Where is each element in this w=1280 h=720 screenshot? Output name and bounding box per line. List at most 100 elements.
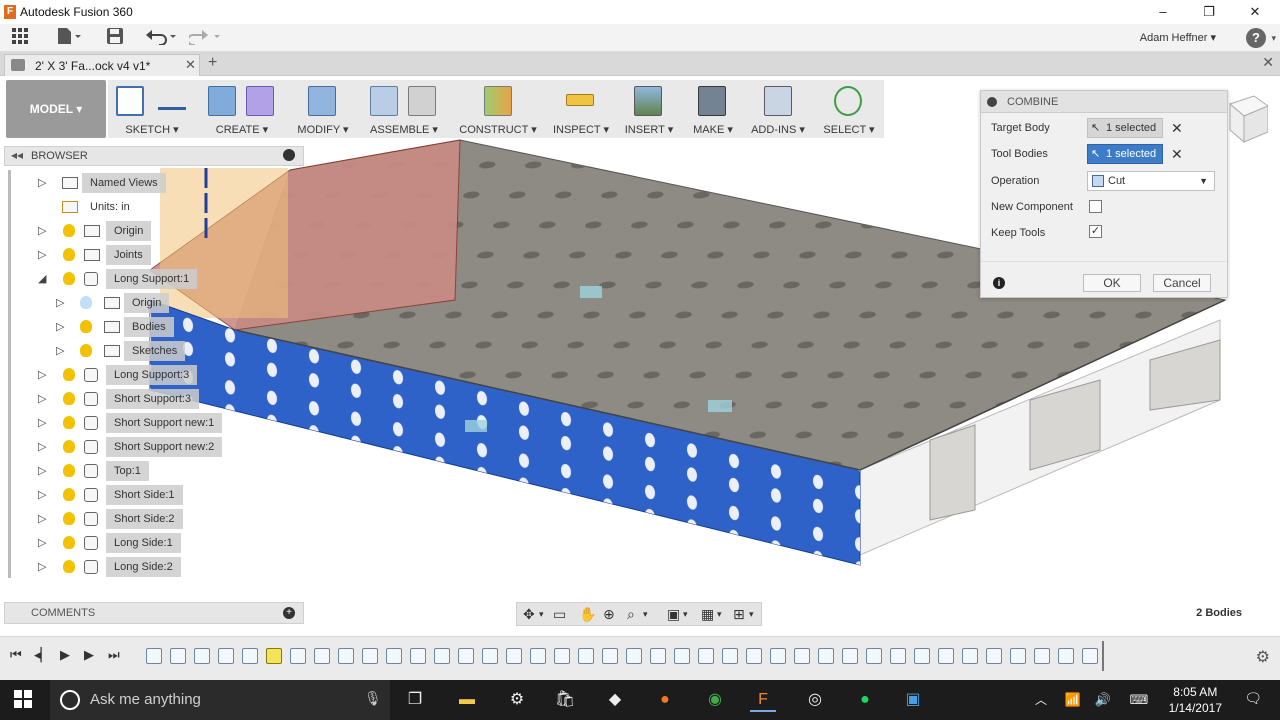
timeline-feature-icon[interactable] [698, 648, 714, 664]
browser-item-bodies[interactable]: ▷ Bodies [20, 317, 220, 337]
close-button[interactable]: ✕ [1232, 2, 1278, 22]
collapse-icon[interactable]: ◢ [38, 272, 46, 285]
visibility-bulb-icon[interactable] [63, 224, 75, 237]
browser-item-long-support-1[interactable]: ◢ Long Support:1 [20, 269, 220, 289]
timeline-feature-icon[interactable] [218, 648, 234, 664]
viewports-dropdown-icon[interactable]: ▾ [749, 609, 754, 620]
spotify-icon[interactable]: ● [852, 688, 878, 712]
keep-tools-checkbox[interactable]: ✓ [1089, 225, 1102, 238]
timeline-settings-gear-icon[interactable]: ⚙ [1256, 647, 1270, 667]
data-panel-grid-icon[interactable] [8, 27, 32, 49]
settings-icon[interactable]: ⚙ [504, 688, 530, 712]
press-pull-icon[interactable] [308, 86, 336, 116]
zoom-icon[interactable]: ⊕ [603, 606, 615, 623]
tray-chevron-icon[interactable]: ︿ [1028, 688, 1054, 712]
file-explorer-icon[interactable]: ▬ [454, 688, 480, 712]
info-icon[interactable]: i [993, 277, 1005, 289]
operation-select[interactable]: Cut ▼ [1087, 171, 1215, 191]
browser-item-short-support-new-1[interactable]: ▷ Short Support new:1 [20, 413, 240, 433]
chrome-icon[interactable]: ◉ [702, 688, 728, 712]
browser-item-origin[interactable]: ▷ Origin [20, 221, 200, 241]
visibility-bulb-icon[interactable] [63, 464, 75, 477]
timeline-feature-icon[interactable] [338, 648, 354, 664]
timeline-feature-icon[interactable] [266, 648, 282, 664]
timeline-feature-icon[interactable] [1058, 648, 1074, 664]
construct-menu[interactable]: CONSTRUCT ▾ [450, 80, 546, 138]
orbit-dropdown-icon[interactable]: ▾ [539, 609, 544, 620]
add-comment-icon[interactable]: + [283, 607, 295, 619]
make-menu[interactable]: MAKE ▾ [684, 80, 742, 138]
display-dropdown-icon[interactable]: ▾ [683, 609, 688, 620]
close-tab-icon[interactable]: ✕ [185, 57, 196, 73]
visibility-bulb-icon[interactable] [63, 392, 75, 405]
timeline-feature-icon[interactable] [794, 648, 810, 664]
select-menu[interactable]: SELECT ▾ [814, 80, 884, 138]
timeline-feature-icon[interactable] [458, 648, 474, 664]
network-icon[interactable]: 📶 [1060, 688, 1086, 712]
visibility-bulb-icon[interactable] [63, 488, 75, 501]
timeline-feature-icon[interactable] [146, 648, 162, 664]
scripts-icon[interactable] [764, 86, 792, 116]
timeline-feature-icon[interactable] [746, 648, 762, 664]
volume-icon[interactable]: 🔊 [1090, 688, 1116, 712]
file-menu-icon[interactable] [54, 27, 84, 49]
keyboard-icon[interactable]: ⌨ [1126, 688, 1152, 712]
collapse-browser-icon[interactable]: ◂◂ [11, 148, 23, 162]
measure-icon[interactable] [566, 94, 594, 106]
go-to-start-icon[interactable]: ⏮ [10, 647, 22, 663]
visibility-bulb-icon[interactable] [63, 536, 75, 549]
visibility-bulb-icon[interactable] [63, 560, 75, 573]
step-forward-icon[interactable]: ▶ [84, 647, 94, 663]
browser-header[interactable]: ◂◂ BROWSER [4, 146, 304, 166]
play-icon[interactable]: ▶ [60, 647, 70, 663]
offset-plane-icon[interactable] [484, 86, 512, 116]
app-diamond-icon[interactable]: ◆ [602, 688, 628, 712]
view-cube-icon[interactable] [1228, 94, 1270, 144]
timeline-feature-icon[interactable] [602, 648, 618, 664]
browser-item-origin-sub[interactable]: ▷ Origin [20, 293, 220, 313]
inspect-menu[interactable]: INSPECT ▾ [548, 80, 614, 138]
expand-icon[interactable]: ▷ [56, 320, 64, 333]
browser-item-joints[interactable]: ▷ Joints [20, 245, 200, 265]
expand-icon[interactable]: ▷ [38, 440, 46, 453]
viewports-icon[interactable]: ⊞ [733, 606, 745, 623]
visibility-bulb-icon[interactable] [80, 344, 92, 357]
microphone-icon[interactable]: 🎙 [364, 690, 382, 707]
timeline-feature-icon[interactable] [674, 648, 690, 664]
assemble-menu[interactable]: ASSEMBLE ▾ [360, 80, 448, 138]
save-icon[interactable] [104, 27, 126, 49]
expand-icon[interactable]: ▷ [38, 536, 46, 549]
timeline-feature-icon[interactable] [866, 648, 882, 664]
visibility-bulb-icon[interactable] [63, 272, 75, 285]
browser-item-short-side-1[interactable]: ▷ Short Side:1 [20, 485, 220, 505]
browser-item-top-1[interactable]: ▷ Top:1 [20, 461, 220, 481]
expand-icon[interactable]: ▷ [38, 176, 46, 189]
browser-item-long-side-1[interactable]: ▷ Long Side:1 [20, 533, 220, 553]
browser-item-named-views[interactable]: ▷ Named Views [20, 173, 200, 193]
expand-icon[interactable]: ▷ [56, 296, 64, 309]
minimize-button[interactable]: – [1140, 2, 1186, 22]
expand-icon[interactable]: ▷ [38, 248, 46, 261]
visibility-bulb-icon[interactable] [63, 248, 75, 261]
timeline-feature-icon[interactable] [650, 648, 666, 664]
system-clock[interactable]: 8:05 AM 1/14/2017 [1169, 684, 1222, 716]
timeline-feature-icon[interactable] [386, 648, 402, 664]
timeline-feature-icon[interactable] [410, 648, 426, 664]
timeline-feature-icon[interactable] [1010, 648, 1026, 664]
cancel-button[interactable]: Cancel [1153, 274, 1211, 292]
action-center-icon[interactable]: 🗨 [1244, 690, 1262, 707]
browser-item-units[interactable]: Units: in [20, 197, 200, 217]
obs-icon[interactable]: ◎ [802, 688, 828, 712]
redo-icon[interactable] [187, 27, 222, 49]
visibility-bulb-icon[interactable] [63, 440, 75, 453]
extrude-icon[interactable] [208, 86, 236, 116]
timeline-feature-icon[interactable] [1082, 648, 1098, 664]
joint-icon[interactable] [408, 86, 436, 116]
expand-icon[interactable]: ▷ [38, 488, 46, 501]
calendar-app-icon[interactable]: ▣ [900, 688, 926, 712]
visibility-bulb-icon[interactable] [63, 368, 75, 381]
timeline-feature-icon[interactable] [194, 648, 210, 664]
browser-item-long-side-2[interactable]: ▷ Long Side:2 [20, 557, 220, 577]
timeline-feature-icon[interactable] [170, 648, 186, 664]
timeline-feature-icon[interactable] [722, 648, 738, 664]
